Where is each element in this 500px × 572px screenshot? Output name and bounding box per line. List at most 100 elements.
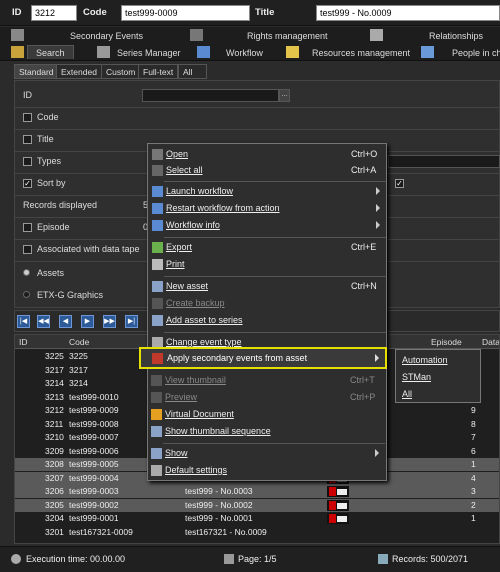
cell-code: test999-0007 [69,432,119,442]
cell-code: test999-0005 [69,459,119,469]
relationships-icon [370,29,383,41]
id-search-input[interactable] [142,89,279,102]
tab-people[interactable]: People in ch [452,46,500,60]
menu-thumbnail-sequence[interactable]: Show thumbnail sequence [147,424,385,440]
menu-apply-secondary-events[interactable]: Apply secondary events from asset [139,347,387,369]
submenu-arrow-icon [376,221,380,229]
submenu-all[interactable]: All [402,389,412,399]
col-code-header[interactable]: Code [69,337,89,347]
menu-view-thumbnail[interactable]: View thumbnail Ctrl+T [147,373,385,389]
subtab-standard[interactable]: Standard [14,64,59,79]
types-input[interactable] [388,155,500,168]
menu-default-settings[interactable]: Default settings [147,463,385,479]
cell-id: 3207 [45,472,64,483]
subtab-fulltext[interactable]: Full-text [138,64,179,79]
tape-checkbox[interactable] [23,245,32,254]
page-icon [224,554,234,564]
assets-radio[interactable] [23,269,30,276]
sort-order-checkbox[interactable]: ✓ [395,179,404,188]
series-manager-icon [97,46,110,58]
menu-print[interactable]: Print [148,257,386,273]
thumbnail-icon [327,513,349,524]
tab-resources-management[interactable]: Resources management [312,46,410,60]
episode-checkbox[interactable] [23,223,32,232]
submenu-stman[interactable]: STMan [402,372,431,382]
next-fast-icon[interactable]: ▶▶ [103,315,116,328]
menu-add-to-series[interactable]: Add asset to series [148,313,386,329]
menu-select-all[interactable]: Select all Ctrl+A [148,163,386,179]
id-field[interactable]: 3212 [31,5,77,21]
cell-code: 3217 [69,364,88,375]
id-label: ID [12,7,22,18]
subtab-custom[interactable]: Custom [101,64,141,79]
preview-icon [151,392,162,403]
menu-open[interactable]: Open Ctrl+O [148,147,386,163]
cell-title: test167321 - No.0009 [185,526,267,537]
workflow-icon [197,46,210,58]
next-page-icon[interactable]: ▶ [81,315,94,328]
menu-workflow-info[interactable]: Workflow info [148,218,386,234]
cell-code: 3225 [69,351,88,361]
table-row[interactable]: 3205 test999-0002 test999 - No.0002 2 [15,498,499,512]
cell-code: test999-0010 [69,391,119,402]
subtab-all[interactable]: All [178,64,207,79]
virtual-document-icon [151,409,162,420]
menu-virtual-document[interactable]: Virtual Document [147,407,385,423]
thumbnail-sequence-icon [151,426,162,437]
code-checkbox[interactable] [23,113,32,122]
menu-launch-workflow[interactable]: Launch workflow [148,184,386,200]
search-mode-tabs: Standard Extended Custom Full-text All [14,64,207,79]
col-episode-header[interactable]: Episode [431,337,462,347]
table-row[interactable]: 3206 test999-0003 test999 - No.0003 3 [15,485,499,498]
code-field[interactable]: test999-0009 [121,5,250,21]
tab-search[interactable]: Search [27,45,74,59]
menu-preview[interactable]: Preview Ctrl+P [147,390,385,406]
form-id-label: ID [23,90,32,100]
tab-workflow[interactable]: Workflow [226,46,263,60]
people-icon [421,46,434,58]
prev-page-icon[interactable]: ◀ [59,315,72,328]
title-field[interactable]: test999 - No.0009 [316,5,500,21]
cell-title: test999 - No.0003 [185,486,253,496]
last-page-icon[interactable]: ▶| [125,315,138,328]
submenu-arrow-icon [376,187,380,195]
tab-rights-management[interactable]: Rights management [247,29,328,43]
thumbnail-icon [151,375,162,386]
table-row[interactable]: 3201 test167321-0009 test167321 - No.0009 [15,526,499,539]
menu-restart-workflow[interactable]: Restart workflow from action [148,201,386,217]
cell-id: 3212 [45,405,64,415]
tab-series-manager[interactable]: Series Manager [117,46,181,60]
secondary-events-icon [11,29,24,41]
prev-fast-icon[interactable]: ◀◀ [37,315,50,328]
form-assets-label: Assets [37,268,65,278]
subtab-extended[interactable]: Extended [56,64,102,79]
menu-create-backup[interactable]: Create backup [148,296,386,312]
tab-relationships[interactable]: Relationships [429,29,483,43]
table-row[interactable]: 3204 test999-0001 test999 - No.0001 1 [15,512,499,525]
form-row-code: Code [15,108,500,128]
sortby-checkbox[interactable]: ✓ [23,179,32,188]
title-checkbox[interactable] [23,135,32,144]
menu-show[interactable]: Show [147,446,385,462]
cell-episode: 2 [471,499,476,510]
form-title-label: Title [37,134,54,144]
code-label: Code [83,7,107,18]
first-page-icon[interactable]: |◀ [17,315,30,328]
cell-code: test999-0006 [69,445,119,456]
status-bar: Execution time: 00.00.00 Page: 1/5 Recor… [0,546,500,572]
submenu-automation[interactable]: Automation [402,355,448,365]
record-header: ID 3212 Code test999-0009 Title test999 … [0,0,500,26]
types-checkbox[interactable] [23,157,32,166]
cell-code: test999-0003 [69,486,119,496]
col-id-header[interactable]: ID [19,337,28,347]
menu-new-asset[interactable]: New asset Ctrl+N [148,279,386,295]
tab-secondary-events[interactable]: Secondary Events [70,29,143,43]
show-icon [151,448,162,459]
form-row-id: ID ... [15,86,500,106]
menu-export[interactable]: Export Ctrl+E [148,240,386,256]
id-browse-button[interactable]: ... [279,89,290,102]
col-data-header[interactable]: Data [482,337,499,347]
etx-radio[interactable] [23,291,30,298]
select-all-icon [152,165,163,176]
context-menu-lower: View thumbnail Ctrl+T Preview Ctrl+P Vir… [147,371,387,481]
